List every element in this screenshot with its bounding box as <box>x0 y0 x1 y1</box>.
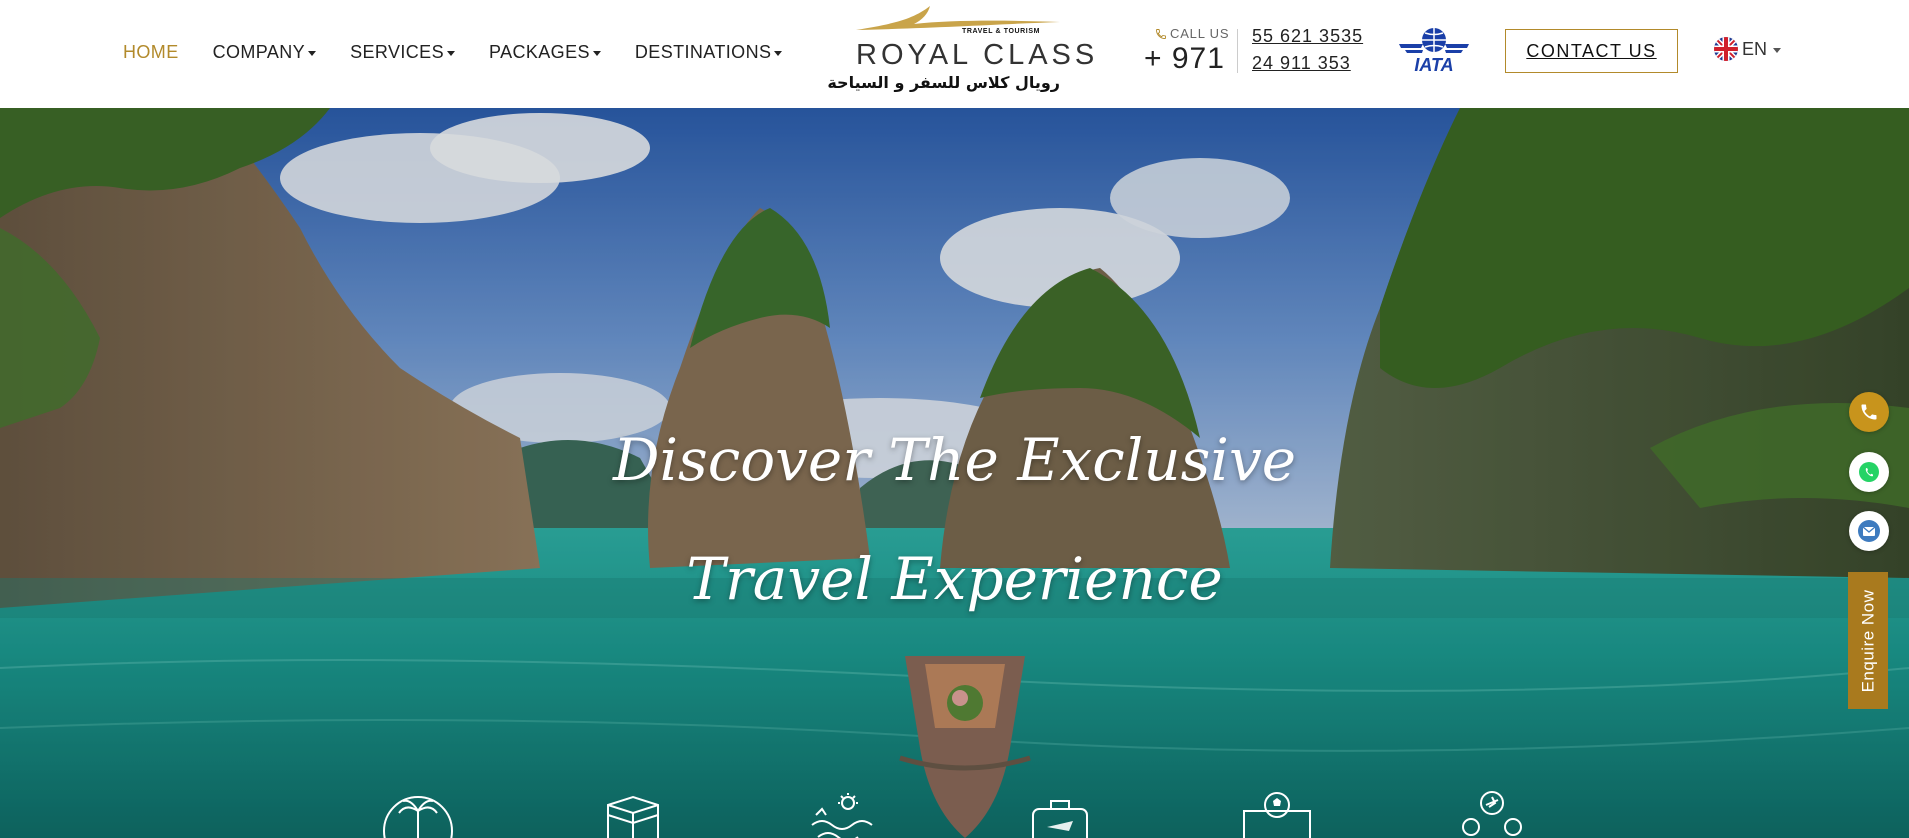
caret-down-icon <box>1773 47 1782 53</box>
floating-whatsapp-button[interactable] <box>1849 452 1889 492</box>
uk-flag-icon <box>1714 37 1738 61</box>
iata-logo-icon: IATA <box>1399 28 1469 74</box>
nav-item-label: HOME <box>123 41 179 62</box>
plane-people-icon[interactable] <box>1455 791 1529 838</box>
logo-tagline: TRAVEL & TOURISM <box>962 28 1041 35</box>
hero-title-line-2: Travel Experience <box>686 545 1223 613</box>
divider <box>1237 29 1238 73</box>
nav-item-label: DESTINATIONS <box>634 41 772 62</box>
palm-tree-icon[interactable] <box>381 791 455 838</box>
caret-down-icon <box>774 50 783 56</box>
floating-call-button[interactable] <box>1849 392 1889 432</box>
main-nav: HOME COMPANY SERVICES PACKAGES DESTINATI… <box>123 40 816 64</box>
enquire-now-label: Enquire Now <box>1858 589 1878 692</box>
call-us-label: CALL US <box>1155 26 1229 41</box>
phone-link-1[interactable]: 55 621 3535 <box>1252 26 1363 47</box>
floating-email-button[interactable] <box>1849 511 1889 551</box>
nav-item-company[interactable]: COMPANY <box>212 41 317 63</box>
whatsapp-icon <box>1859 462 1879 482</box>
nav-item-label: SERVICES <box>350 41 444 62</box>
site-header: HOME COMPANY SERVICES PACKAGES DESTINATI… <box>0 0 1909 108</box>
phone-link-2[interactable]: 24 911 353 <box>1252 53 1351 74</box>
football-ticket-icon[interactable] <box>1240 791 1314 838</box>
email-icon <box>1858 520 1880 542</box>
iata-text: IATA <box>1414 55 1453 74</box>
logo-name: ROYAL CLASS <box>856 39 1099 71</box>
contact-us-button[interactable]: CONTACT US <box>1505 29 1678 73</box>
call-us-text: CALL US <box>1170 26 1230 41</box>
site-logo[interactable]: TRAVEL & TOURISM ROYAL CLASS رويال كلاس … <box>827 0 1094 100</box>
language-selector[interactable]: EN <box>1714 37 1782 61</box>
country-code: + 971 <box>1144 42 1225 75</box>
caret-down-icon <box>308 50 317 56</box>
nav-item-label: PACKAGES <box>489 41 590 62</box>
caret-down-icon <box>592 50 601 56</box>
nav-item-services[interactable]: SERVICES <box>350 42 455 63</box>
enquire-now-button[interactable]: Enquire Now <box>1848 572 1888 709</box>
nav-item-destinations[interactable]: DESTINATIONS <box>634 41 783 63</box>
nav-item-packages[interactable]: PACKAGES <box>489 42 601 63</box>
phone-icon <box>1861 404 1877 420</box>
phone-small-icon <box>1156 28 1166 39</box>
logo-arabic-name: رويال كلاس للسفر و السياحة <box>827 73 1060 92</box>
suitcase-icon[interactable] <box>1023 791 1097 838</box>
sun-sea-icon[interactable] <box>808 791 882 838</box>
nav-item-label: COMPANY <box>212 41 306 62</box>
hero-title-line-1: Discover The Exclusive <box>612 426 1297 494</box>
nav-item-home[interactable]: HOME <box>123 42 179 63</box>
hero-section: Discover The Exclusive Travel Experience <box>0 108 1909 838</box>
kaaba-icon[interactable] <box>596 791 670 838</box>
caret-down-icon <box>447 50 455 56</box>
language-code: EN <box>1742 38 1768 59</box>
